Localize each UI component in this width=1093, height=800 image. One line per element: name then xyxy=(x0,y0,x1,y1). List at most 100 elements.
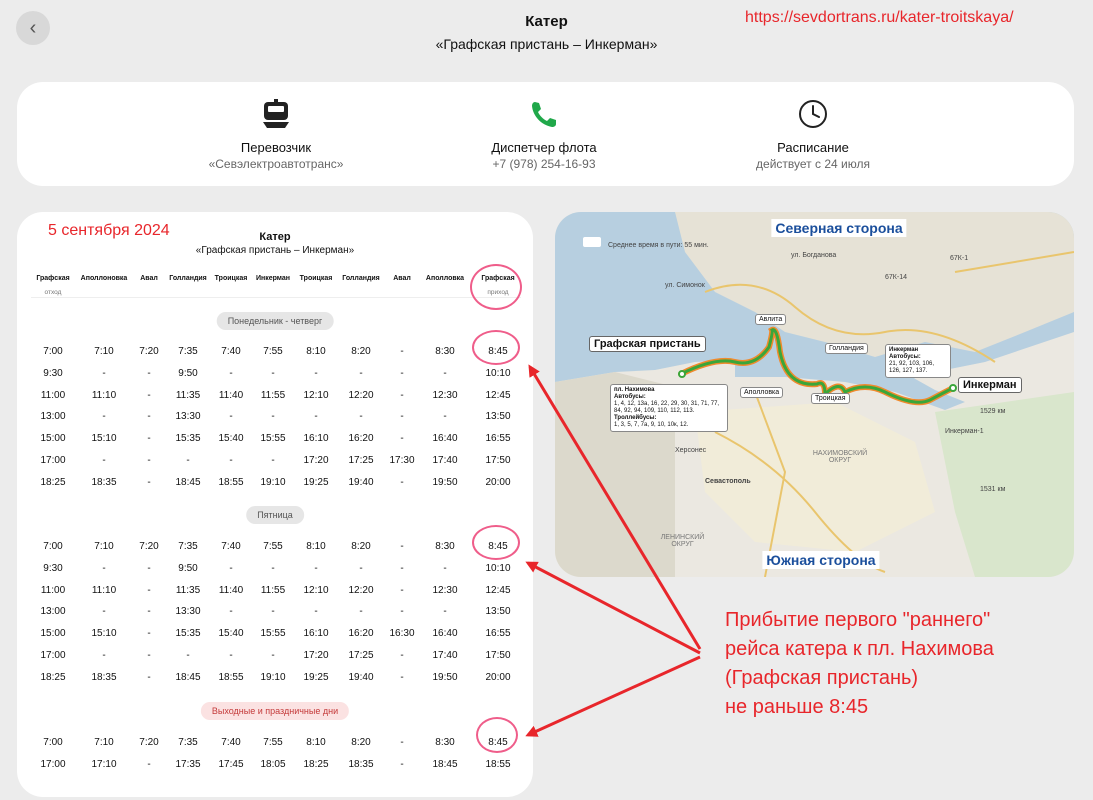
table-cell: 16:10 xyxy=(303,628,329,640)
table-cell: 16:55 xyxy=(485,433,511,445)
table-cell: 18:25 xyxy=(40,671,66,683)
table-cell: 16:40 xyxy=(432,433,458,445)
table-cell: - xyxy=(443,411,447,423)
table-cell: 18:25 xyxy=(303,758,329,770)
schedule-label: Расписание xyxy=(777,140,849,155)
table-cell: 17:00 xyxy=(40,758,66,770)
nakhimov-title: пл. Нахимова xyxy=(614,387,655,393)
table-cell: 15:00 xyxy=(40,433,66,445)
note-line: рейса катера к пл. Нахимова xyxy=(725,638,994,660)
table-cell: 8:10 xyxy=(306,346,326,357)
table-cell: 10:10 xyxy=(485,367,511,379)
road-label: 67К-1 xyxy=(950,255,969,262)
note-line: не раньше 8:45 xyxy=(725,696,869,718)
table-cell: 11:00 xyxy=(40,389,66,401)
table-cell: - xyxy=(102,411,106,423)
table-cell: 7:10 xyxy=(94,737,114,748)
carrier-label: Перевозчик xyxy=(240,140,312,155)
table-cell: - xyxy=(102,606,106,618)
dispatcher-phone[interactable]: +7 (978) 254-16-93 xyxy=(434,157,654,171)
dispatcher-label: Диспетчер флота xyxy=(491,140,597,155)
arrow xyxy=(525,655,701,737)
table-cell: 20:00 xyxy=(485,476,511,488)
table-cell: 13:50 xyxy=(485,411,511,423)
table-cell: 17:10 xyxy=(91,758,117,770)
table-cell: 11:10 xyxy=(91,584,117,596)
table-cell: 19:50 xyxy=(432,671,458,683)
table-cell: 16:40 xyxy=(432,628,458,640)
page-subtitle: «Графская пристань – Инкерман» xyxy=(435,36,658,52)
annotation-note: Прибытие первого "раннего" рейса катера … xyxy=(725,606,994,722)
timetable-card: 5 сентября 2024 Катер «Графская пристань… xyxy=(17,212,533,797)
table-cell: 18:25 xyxy=(40,476,66,488)
column-header: Аполловка xyxy=(425,275,465,282)
timetable-title: Катер xyxy=(259,231,291,243)
column-subheader: отход xyxy=(44,289,62,296)
table-cell: 19:25 xyxy=(303,671,329,683)
table-cell: 9:30 xyxy=(43,367,63,379)
table-cell: 8:10 xyxy=(306,541,326,552)
district-label: НАХИМОВСКИЙ ОКРУГ xyxy=(812,450,868,464)
note-line: Прибытие первого "раннего" xyxy=(725,609,991,631)
section-label: Пятница xyxy=(246,506,304,524)
nakhimov-info-box: пл. Нахимова Автобусы: 1, 4, 12, 13а, 16… xyxy=(610,384,728,432)
nakhimov-bus-label: Автобусы: xyxy=(614,394,646,400)
inkerman-title: Инкерман xyxy=(889,347,919,353)
table-cell: 18:35 xyxy=(91,671,117,683)
table-cell: 17:40 xyxy=(432,650,458,661)
table-cell: 15:10 xyxy=(91,628,117,640)
map-south-label: Южная сторона xyxy=(762,551,880,569)
table-cell: 7:10 xyxy=(94,346,114,357)
table-cell: 18:35 xyxy=(91,476,117,488)
table-cell: 11:00 xyxy=(40,584,66,596)
table-cell: 7:00 xyxy=(43,737,63,748)
timetable-subtitle: «Графская пристань – Инкерман» xyxy=(195,245,355,256)
table-cell: 12:10 xyxy=(303,389,329,401)
nakhimov-trolleys: 1, 3, 5, 7, 7а, 9, 10, 10к, 12. xyxy=(614,422,689,428)
map-stop[interactable]: Троицкая xyxy=(811,393,850,404)
table-cell: 13:50 xyxy=(485,606,511,618)
map-stop[interactable]: Голландия xyxy=(825,343,868,354)
table-cell: 15:10 xyxy=(91,433,117,445)
inkerman-info-box: Инкерман Автобусы: 21, 92, 103, 106, 126… xyxy=(885,344,951,378)
table-cell: - xyxy=(314,367,318,379)
clock-icon xyxy=(703,98,923,130)
phone-icon xyxy=(434,98,654,130)
map-stop[interactable]: Аполловка xyxy=(740,387,784,398)
table-cell: 13:00 xyxy=(40,606,66,618)
map-stop-end[interactable]: Инкерман xyxy=(958,377,1022,393)
table-cell: 18:55 xyxy=(485,758,511,770)
table-cell: 12:30 xyxy=(432,584,458,596)
table-cell: 8:30 xyxy=(435,346,455,357)
map-stop[interactable]: Авлита xyxy=(755,314,787,325)
table-cell: 7:00 xyxy=(43,346,63,357)
place-label: Херсонес xyxy=(675,447,707,454)
carrier-info: Перевозчик «Севэлектроавтотранс» xyxy=(166,98,386,171)
map-stop-start[interactable]: Графская пристань xyxy=(589,336,706,352)
table-cell: 17:00 xyxy=(40,650,66,661)
table-cell: 13:00 xyxy=(40,411,66,423)
highlight-circle xyxy=(476,717,518,753)
table-cell: 7:10 xyxy=(94,541,114,552)
table-cell: 19:25 xyxy=(303,476,329,488)
route-map[interactable]: Северная сторона Южная сторона Среднее в… xyxy=(555,212,1074,577)
section-label: Выходные и праздничные дни xyxy=(200,702,350,720)
table-cell: - xyxy=(443,606,447,618)
note-line: (Графская пристань) xyxy=(725,667,919,689)
dispatcher-info[interactable]: Диспетчер флота +7 (978) 254-16-93 xyxy=(434,98,654,171)
map-north-label: Северная сторона xyxy=(771,219,907,237)
table-cell: 8:30 xyxy=(435,737,455,748)
map-travel-time: Среднее время в пути: 55 мин. xyxy=(608,242,709,249)
table-cell: 8:10 xyxy=(306,737,326,748)
table-cell: 17:20 xyxy=(303,650,329,661)
table-cell: 11:10 xyxy=(91,389,117,401)
info-card: Перевозчик «Севэлектроавтотранс» Диспетч… xyxy=(17,82,1074,186)
inkerman-buses: 21, 92, 103, 106, 126, 127, 137. xyxy=(889,361,935,374)
table-cell: 7:00 xyxy=(43,541,63,552)
highlight-circle xyxy=(472,330,520,365)
district-label: ЛЕНИНСКИЙ ОКРУГ xyxy=(660,534,705,548)
table-cell: 19:50 xyxy=(432,476,458,488)
place-label: Инкерман-1 xyxy=(945,428,984,435)
nakhimov-trolley-label: Троллейбусы: xyxy=(614,415,657,421)
street-label: ул. Симонок xyxy=(665,282,705,289)
